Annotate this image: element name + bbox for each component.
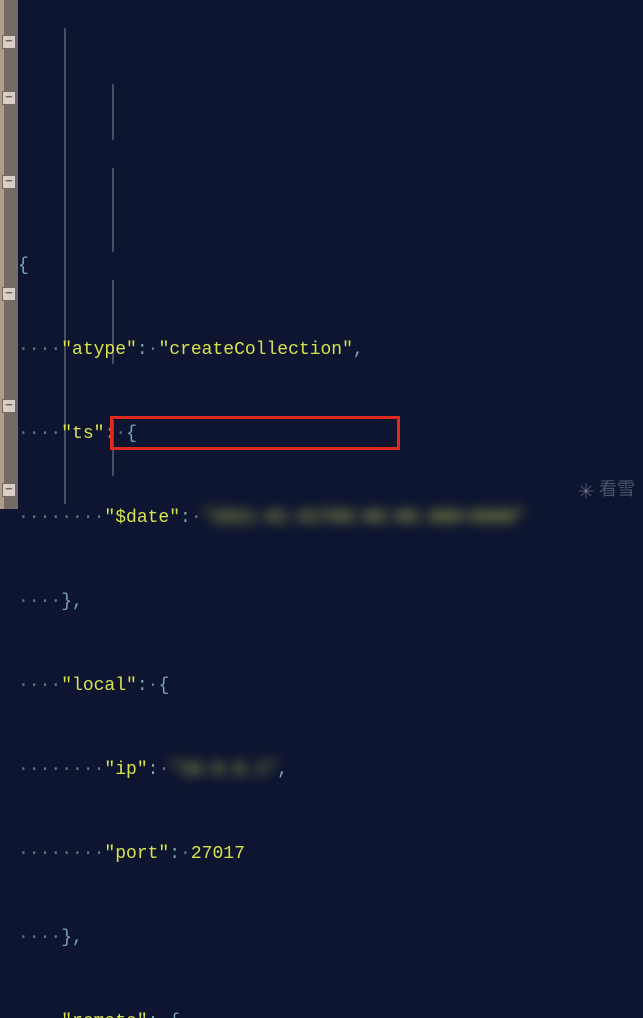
snowflake-icon (577, 480, 595, 498)
val-local-port: 27017 (191, 844, 245, 864)
watermark: 看雪 (577, 475, 635, 503)
fold-toggle[interactable]: − (2, 175, 16, 189)
key-local-ip: "ip" (104, 760, 147, 780)
fold-stripe (0, 0, 4, 509)
val-local-ip-redacted: "10.0.0.1" (169, 760, 277, 780)
code-area: { ····"atype":·"createCollection", ····"… (18, 28, 526, 1018)
val-date-redacted: "2021-01-01T00:00:00.000+0000" (202, 508, 526, 528)
key-atype: "atype" (61, 340, 137, 360)
brace-open: { (18, 256, 29, 276)
fold-toggle[interactable]: − (2, 91, 16, 105)
fold-toggle[interactable]: − (2, 35, 16, 49)
fold-toggle[interactable]: − (2, 483, 16, 497)
val-atype: "createCollection" (158, 340, 352, 360)
gutter: − − − − − − (0, 0, 18, 509)
key-date: "$date" (104, 508, 180, 528)
fold-toggle[interactable]: − (2, 399, 16, 413)
key-ts: "ts" (61, 424, 104, 444)
fold-toggle[interactable]: − (2, 287, 16, 301)
key-remote: "remote" (61, 1012, 147, 1018)
key-local-port: "port" (104, 844, 169, 864)
key-local: "local" (61, 676, 137, 696)
watermark-text: 看雪 (599, 475, 635, 503)
